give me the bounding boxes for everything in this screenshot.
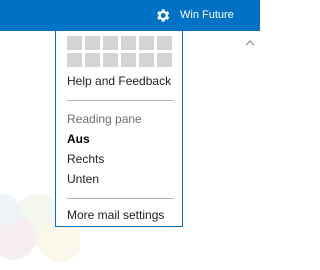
reading-pane-option-rechts[interactable]: Rechts — [67, 152, 104, 166]
app-tile[interactable] — [103, 36, 118, 50]
username[interactable]: Win Future — [180, 9, 234, 21]
app-tile[interactable] — [121, 36, 136, 50]
reading-pane-option-aus[interactable]: Aus — [67, 132, 90, 146]
app-tiles-grid — [67, 36, 175, 67]
app-tile[interactable] — [157, 36, 172, 50]
app-tile[interactable] — [139, 36, 154, 50]
menu-divider — [67, 100, 174, 101]
more-mail-settings-item[interactable]: More mail settings — [67, 208, 164, 222]
top-bar: Win Future — [0, 0, 260, 31]
app-tile[interactable] — [103, 53, 118, 67]
help-and-feedback-item[interactable]: Help and Feedback — [67, 74, 171, 88]
reading-pane-label: Reading pane — [67, 112, 142, 126]
gear-icon[interactable] — [154, 7, 171, 24]
settings-dropdown-menu: Help and Feedback Reading pane Aus Recht… — [55, 31, 183, 227]
app-tile[interactable] — [121, 53, 136, 67]
app-tile[interactable] — [67, 53, 82, 67]
app-tile[interactable] — [157, 53, 172, 67]
app-tile[interactable] — [85, 53, 100, 67]
menu-divider — [67, 198, 174, 199]
app-tile[interactable] — [67, 36, 82, 50]
chevron-up-icon[interactable] — [244, 37, 256, 49]
app-tile[interactable] — [139, 53, 154, 67]
reading-pane-option-unten[interactable]: Unten — [67, 172, 99, 186]
app-tile[interactable] — [85, 36, 100, 50]
